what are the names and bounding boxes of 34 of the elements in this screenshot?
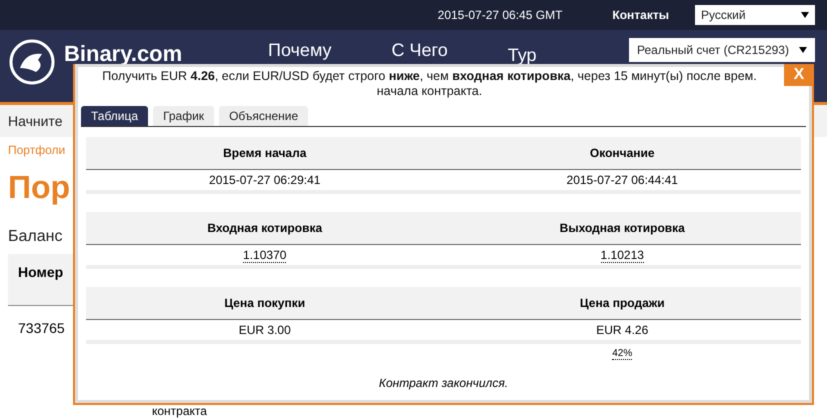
- table-cell: EUR 4.26: [596, 323, 648, 337]
- table-cell: 1.10370: [243, 248, 286, 262]
- nav-link[interactable]: Начните: [8, 113, 62, 129]
- table-cell: EUR 3.00: [238, 323, 291, 337]
- dropdown-caret-icon: [801, 12, 809, 18]
- table-cell: 2015-07-27 06:44:41: [566, 173, 678, 187]
- tab[interactable]: Таблица: [81, 106, 148, 126]
- contract-status: Контракт закончился.: [378, 376, 510, 390]
- tab[interactable]: График: [153, 106, 214, 126]
- contract-description: Получить EUR 4.26, если EUR/USD будет строго ниже, чем входная котировка, через 15 минут(ы) после врем. начала контракта.: [101, 68, 758, 100]
- table-cell: контракта: [152, 405, 207, 418]
- logo-icon: [8, 38, 56, 86]
- table-cell-text: 733765: [17, 319, 66, 338]
- column-header: Окончание: [588, 146, 656, 160]
- balance-label: Баланс: [8, 228, 62, 246]
- nav-link[interactable]: Почему: [268, 40, 332, 65]
- page-heading: Пор: [8, 169, 70, 206]
- nav-link[interactable]: Тур: [508, 45, 537, 65]
- column-header: Цена покупки: [223, 296, 306, 310]
- dropdown-caret-icon: [799, 47, 807, 53]
- table-cell: 2015-07-27 06:29:41: [209, 173, 320, 187]
- language-select[interactable]: Русский: [695, 5, 815, 25]
- server-time: 2015-07-27 06:45 GMT: [438, 8, 562, 22]
- account-select[interactable]: Реальный счет (CR215293): [629, 38, 815, 62]
- tab[interactable]: Объяснение: [219, 106, 308, 126]
- logo-text: Binary.com: [64, 42, 182, 66]
- column-header: Входная котировка: [206, 221, 324, 235]
- contacts-link[interactable]: Контакты: [612, 8, 669, 22]
- column-header: Время начала: [222, 146, 308, 160]
- column-header: Выходная котировка: [558, 221, 686, 235]
- nav-link[interactable]: С Чего: [392, 40, 448, 65]
- profit-percent: 42%: [612, 348, 632, 360]
- column-header: Цена продажи: [578, 296, 666, 310]
- table-cell: 1.10213: [600, 248, 644, 262]
